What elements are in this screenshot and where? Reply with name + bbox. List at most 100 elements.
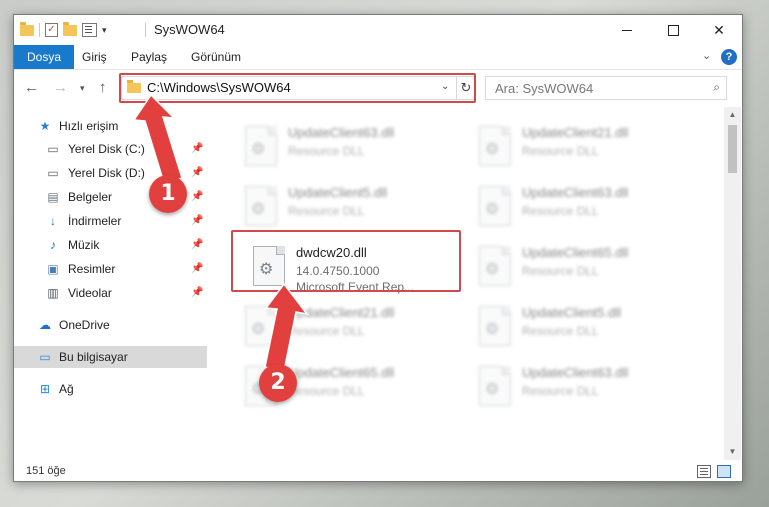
star-icon: ★ [39, 119, 51, 133]
large-icons-view-icon[interactable] [717, 465, 731, 478]
maximize-button[interactable] [650, 15, 696, 45]
file-type: Resource DLL [522, 264, 599, 278]
file-list: UpdateClient63.dll Resource DLL UpdateCl… [210, 107, 724, 460]
forward-button[interactable]: → [53, 79, 68, 96]
list-item[interactable]: UpdateClient5.dll Resource DLL [238, 181, 463, 239]
list-item[interactable]: UpdateClient5.dll Resource DLL [472, 301, 697, 359]
list-item[interactable]: UpdateClient65.dll Resource DLL [472, 241, 697, 299]
pictures-icon: ▣ [47, 262, 59, 276]
list-item[interactable]: UpdateClient21.dll Resource DLL [472, 121, 697, 179]
scroll-thumb[interactable] [728, 125, 737, 173]
recent-locations-dropdown[interactable]: ▾ [80, 83, 85, 94]
sidebar-item-onedrive[interactable]: ☁ OneDrive [14, 314, 207, 336]
dll-file-icon [245, 306, 277, 346]
ribbon-expand-icon[interactable]: ⌄ [702, 49, 711, 62]
checkmark-icon[interactable]: ✓ [45, 23, 58, 37]
pin-icon[interactable]: 📌 [191, 282, 203, 304]
address-bar[interactable]: C:\Windows\SysWOW64 ⌄ ↻ [121, 76, 475, 100]
address-dropdown[interactable]: ⌄ [441, 81, 449, 92]
toolbar-divider [39, 23, 40, 37]
dll-file-icon [479, 186, 511, 226]
sidebar-item-label: Müzik [68, 238, 100, 252]
address-path[interactable]: C:\Windows\SysWOW64 [147, 80, 291, 95]
refresh-button[interactable]: ↻ [456, 77, 475, 99]
file-name: UpdateClient21.dll [288, 305, 395, 320]
scroll-up-button[interactable]: ▲ [724, 107, 741, 123]
navigation-bar: ← → ▾ ↑ C:\Windows\SysWOW64 ⌄ ↻ Ara: Sys… [14, 70, 742, 104]
drive-c-icon: ▭ [47, 142, 59, 156]
search-input[interactable]: Ara: SysWOW64 [495, 81, 593, 96]
file-type: Resource DLL [522, 384, 599, 398]
file-name: UpdateClient5.dll [522, 305, 622, 320]
file-name: dwdcw20.dll [296, 245, 367, 260]
minimize-button[interactable] [604, 15, 650, 45]
onedrive-icon: ☁ [39, 318, 51, 332]
file-type: Resource DLL [522, 204, 599, 218]
tab-file[interactable]: Dosya [14, 45, 75, 69]
close-button[interactable]: ✕ [696, 15, 742, 45]
list-item[interactable]: UpdateClient21.dll Resource DLL [238, 301, 463, 359]
file-type: Resource DLL [288, 144, 365, 158]
pin-icon[interactable]: 📌 [191, 186, 203, 208]
videos-icon: ▥ [47, 286, 59, 300]
file-name: UpdateClient65.dll [288, 365, 395, 380]
step-1-badge: 1 [149, 175, 187, 213]
file-name: UpdateClient5.dll [288, 185, 388, 200]
dll-file-icon [479, 366, 511, 406]
sidebar-item-pictures[interactable]: ▣ Resimler 📌 [14, 258, 207, 280]
this-pc-icon: ▭ [39, 350, 51, 364]
sidebar-item-downloads[interactable]: ↓ İndirmeler 📌 [14, 210, 207, 232]
dll-file-icon [479, 306, 511, 346]
sidebar-item-this-pc[interactable]: ▭ Bu bilgisayar [14, 346, 207, 368]
tab-view[interactable]: Görünüm [181, 45, 251, 69]
documents-icon: ▤ [47, 190, 59, 204]
file-type: Microsoft Event Rep... [296, 280, 415, 294]
pin-icon[interactable]: 📌 [191, 138, 203, 160]
back-button[interactable]: ← [24, 79, 39, 96]
pin-icon[interactable]: 📌 [191, 162, 203, 184]
search-box[interactable]: Ara: SysWOW64 ⌕ [485, 76, 727, 100]
sidebar-item-network[interactable]: ⊞ Ağ [14, 378, 207, 400]
pin-icon[interactable]: 📌 [191, 210, 203, 232]
sidebar-item-quick-access[interactable]: ★ Hızlı erişim [14, 115, 207, 137]
list-item[interactable]: UpdateClient63.dll Resource DLL [472, 361, 697, 419]
sidebar-item-label: Videolar [68, 286, 112, 300]
title-divider [145, 23, 146, 37]
details-view-icon[interactable] [697, 465, 711, 478]
sidebar-item-drive-c[interactable]: ▭ Yerel Disk (C:) 📌 [14, 138, 207, 160]
title-bar: ✓ ▾ SysWOW64 ✕ [14, 15, 742, 45]
window-title: SysWOW64 [154, 22, 225, 37]
sidebar-item-label: Hızlı erişim [59, 119, 119, 133]
folder-icon[interactable] [20, 21, 34, 36]
pin-icon[interactable]: 📌 [191, 258, 203, 280]
dll-file-icon [479, 126, 511, 166]
list-item[interactable]: UpdateClient63.dll Resource DLL [472, 181, 697, 239]
dll-file-icon [479, 246, 511, 286]
file-name: UpdateClient63.dll [288, 125, 395, 140]
music-icon: ♪ [50, 238, 56, 252]
list-item-dwdcw20[interactable]: dwdcw20.dll 14.0.4750.1000 Microsoft Eve… [246, 241, 471, 299]
list-item[interactable]: UpdateClient63.dll Resource DLL [238, 121, 463, 179]
network-icon: ⊞ [39, 382, 51, 396]
scroll-down-button[interactable]: ▼ [724, 444, 741, 460]
search-icon: ⌕ [713, 80, 720, 94]
vertical-scrollbar[interactable]: ▲ ▼ [724, 107, 741, 460]
sidebar-item-music[interactable]: ♪ Müzik 📌 [14, 234, 207, 256]
up-button[interactable]: ↑ [99, 79, 107, 96]
tab-share[interactable]: Paylaş [121, 45, 177, 69]
tab-home[interactable]: Giriş [72, 45, 117, 69]
file-name: UpdateClient63.dll [522, 365, 629, 380]
sidebar-item-label: OneDrive [59, 318, 110, 332]
pin-icon[interactable]: 📌 [191, 234, 203, 256]
file-name: UpdateClient65.dll [522, 245, 629, 260]
help-icon[interactable]: ? [721, 49, 737, 65]
properties-icon[interactable] [82, 23, 97, 37]
sidebar-item-videos[interactable]: ▥ Videolar 📌 [14, 282, 207, 304]
sidebar-item-label: Resimler [68, 262, 116, 276]
new-folder-icon[interactable] [63, 21, 77, 36]
customize-toolbar-dropdown[interactable]: ▾ [102, 25, 107, 36]
dll-file-icon [245, 186, 277, 226]
file-type: Resource DLL [522, 324, 599, 338]
sidebar-item-label: İndirmeler [68, 214, 122, 228]
dll-file-icon [245, 126, 277, 166]
